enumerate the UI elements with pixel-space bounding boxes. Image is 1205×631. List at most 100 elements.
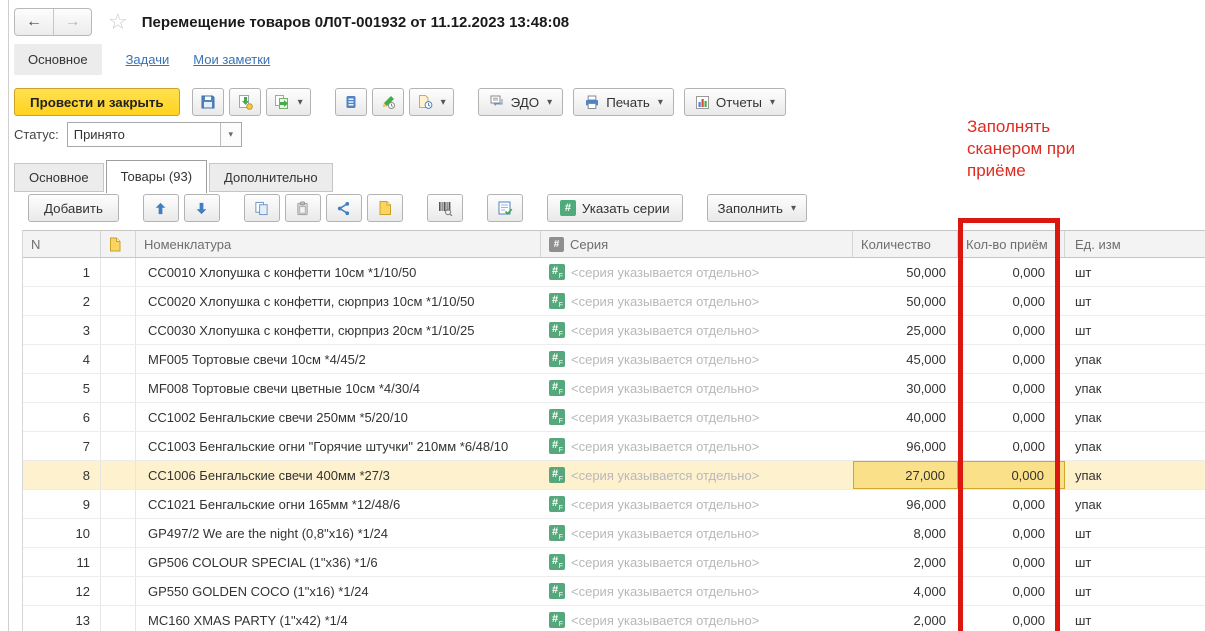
quantity-cell[interactable]: 2,000 (853, 548, 958, 576)
quantity-receipt-cell[interactable]: 0,000 (958, 606, 1065, 631)
quantity-receipt-cell[interactable]: 0,000 (958, 519, 1065, 547)
quantity-receipt-cell[interactable]: 0,000 (958, 345, 1065, 373)
nomenclature-cell[interactable]: CC0010 Хлопушка с конфетти 10см *1/10/50 (136, 258, 541, 286)
table-row[interactable]: 3 CC0030 Хлопушка с конфетти, сюрприз 20… (23, 316, 1205, 345)
print-menu-button[interactable]: Печать (573, 88, 674, 116)
series-cell[interactable]: <серия указывается отдельно> (541, 345, 853, 373)
series-cell[interactable]: <серия указывается отдельно> (541, 606, 853, 631)
quantity-receipt-cell[interactable]: 0,000 (958, 432, 1065, 460)
series-cell[interactable]: <серия указывается отдельно> (541, 577, 853, 605)
finish-editing-button[interactable] (367, 194, 403, 222)
tab-main[interactable]: Основное (14, 44, 102, 75)
quantity-cell[interactable]: 45,000 (853, 345, 958, 373)
series-cell[interactable]: <серия указывается отдельно> (541, 287, 853, 315)
nomenclature-cell[interactable]: MF008 Тортовые свечи цветные 10см *4/30/… (136, 374, 541, 402)
check-fill-button[interactable] (487, 194, 523, 222)
table-row[interactable]: 5 MF008 Тортовые свечи цветные 10см *4/3… (23, 374, 1205, 403)
nomenclature-cell[interactable]: GP506 COLOUR SPECIAL (1"x36) *1/6 (136, 548, 541, 576)
series-cell[interactable]: <серия указывается отдельно> (541, 374, 853, 402)
quantity-cell[interactable]: 27,000 (853, 461, 958, 489)
tab-doc-main[interactable]: Основное (14, 163, 104, 192)
quantity-cell[interactable]: 96,000 (853, 490, 958, 518)
quantity-cell[interactable]: 40,000 (853, 403, 958, 431)
quantity-receipt-cell[interactable]: 0,000 (958, 316, 1065, 344)
quantity-cell[interactable]: 2,000 (853, 606, 958, 631)
quantity-receipt-cell[interactable]: 0,000 (958, 374, 1065, 402)
table-row[interactable]: 7 CC1003 Бенгальские огни "Горячие штучк… (23, 432, 1205, 461)
paste-row-button[interactable] (285, 194, 321, 222)
tab-my-notes[interactable]: Мои заметки (193, 52, 270, 67)
header-quantity-receipt[interactable]: Кол-во приём (958, 231, 1065, 257)
edit-history-button[interactable] (372, 88, 404, 116)
register-records-button[interactable] (335, 88, 367, 116)
edo-menu-button[interactable]: ЭДО (478, 88, 564, 116)
nomenclature-cell[interactable]: CC1006 Бенгальские свечи 400мм *27/3 (136, 461, 541, 489)
tab-goods[interactable]: Товары (93) (106, 160, 207, 193)
status-combobox[interactable]: Принято (67, 122, 242, 147)
quantity-cell[interactable]: 50,000 (853, 258, 958, 286)
series-cell[interactable]: <серия указывается отдельно> (541, 519, 853, 547)
nomenclature-cell[interactable]: MC160 XMAS PARTY (1"x42) *1/4 (136, 606, 541, 631)
series-cell[interactable]: <серия указывается отдельно> (541, 403, 853, 431)
quantity-cell[interactable]: 50,000 (853, 287, 958, 315)
header-unit[interactable]: Ед. изм (1065, 231, 1205, 257)
quantity-cell[interactable]: 25,000 (853, 316, 958, 344)
quantity-cell[interactable]: 4,000 (853, 577, 958, 605)
quantity-receipt-cell[interactable]: 0,000 (958, 403, 1065, 431)
nomenclature-cell[interactable]: CC0020 Хлопушка с конфетти, сюрприз 10см… (136, 287, 541, 315)
fill-menu-button[interactable]: Заполнить (707, 194, 807, 222)
post-document-button[interactable] (229, 88, 261, 116)
nomenclature-cell[interactable]: GP497/2 We are the night (0,8"x16) *1/24 (136, 519, 541, 547)
series-cell[interactable]: <серия указывается отдельно> (541, 316, 853, 344)
header-attachment[interactable] (101, 231, 136, 257)
nomenclature-cell[interactable]: GP550 GOLDEN COCO (1"x16) *1/24 (136, 577, 541, 605)
series-cell[interactable]: <серия указывается отдельно> (541, 461, 853, 489)
series-cell[interactable]: <серия указывается отдельно> (541, 432, 853, 460)
table-row[interactable]: 2 CC0020 Хлопушка с конфетти, сюрприз 10… (23, 287, 1205, 316)
table-row[interactable]: 6 CC1002 Бенгальские свечи 250мм *5/20/1… (23, 403, 1205, 432)
series-cell[interactable]: <серия указывается отдельно> (541, 490, 853, 518)
status-dropdown-button[interactable] (220, 123, 241, 146)
tab-tasks[interactable]: Задачи (126, 52, 170, 67)
quantity-receipt-cell[interactable]: 0,000 (958, 258, 1065, 286)
table-row[interactable]: 8 CC1006 Бенгальские свечи 400мм *27/3 <… (23, 461, 1205, 490)
nomenclature-cell[interactable]: MF005 Тортовые свечи 10см *4/45/2 (136, 345, 541, 373)
quantity-cell[interactable]: 30,000 (853, 374, 958, 402)
series-cell[interactable]: <серия указывается отдельно> (541, 258, 853, 286)
quantity-receipt-cell[interactable]: 0,000 (958, 548, 1065, 576)
favorite-button[interactable] (108, 11, 128, 33)
add-row-button[interactable]: Добавить (28, 194, 119, 222)
table-row[interactable]: 4 MF005 Тортовые свечи 10см *4/45/2 <сер… (23, 345, 1205, 374)
quantity-cell[interactable]: 96,000 (853, 432, 958, 460)
quantity-receipt-cell[interactable]: 0,000 (958, 461, 1065, 489)
reports-menu-button[interactable]: Отчеты (684, 88, 786, 116)
quantity-cell[interactable]: 8,000 (853, 519, 958, 547)
header-series[interactable]: Серия (541, 231, 853, 257)
table-row[interactable]: 11 GP506 COLOUR SPECIAL (1"x36) *1/6 <се… (23, 548, 1205, 577)
forward-button[interactable] (53, 9, 91, 35)
table-row[interactable]: 13 MC160 XMAS PARTY (1"x42) *1/4 <серия … (23, 606, 1205, 631)
table-row[interactable]: 10 GP497/2 We are the night (0,8"x16) *1… (23, 519, 1205, 548)
header-nomenclature[interactable]: Номенклатура (136, 231, 541, 257)
nomenclature-cell[interactable]: CC1021 Бенгальские огни 165мм *12/48/6 (136, 490, 541, 518)
nomenclature-cell[interactable]: CC0030 Хлопушка с конфетти, сюрприз 20см… (136, 316, 541, 344)
quantity-receipt-cell[interactable]: 0,000 (958, 577, 1065, 605)
header-n[interactable]: N (23, 231, 101, 257)
document-log-button[interactable] (409, 88, 454, 116)
copy-row-button[interactable] (244, 194, 280, 222)
table-row[interactable]: 12 GP550 GOLDEN COCO (1"x16) *1/24 <сери… (23, 577, 1205, 606)
nomenclature-cell[interactable]: CC1003 Бенгальские огни "Горячие штучки"… (136, 432, 541, 460)
quantity-receipt-cell[interactable]: 0,000 (958, 490, 1065, 518)
tab-additional[interactable]: Дополнительно (209, 163, 333, 192)
table-row[interactable]: 1 CC0010 Хлопушка с конфетти 10см *1/10/… (23, 258, 1205, 287)
nomenclature-cell[interactable]: CC1002 Бенгальские свечи 250мм *5/20/10 (136, 403, 541, 431)
save-button[interactable] (192, 88, 224, 116)
quantity-receipt-cell[interactable]: 0,000 (958, 287, 1065, 315)
series-cell[interactable]: <серия указывается отдельно> (541, 548, 853, 576)
split-row-button[interactable] (326, 194, 362, 222)
specify-series-button[interactable]: Указать серии (547, 194, 683, 222)
move-down-button[interactable] (184, 194, 220, 222)
barcode-scanner-button[interactable] (427, 194, 463, 222)
post-and-close-button[interactable]: Провести и закрыть (14, 88, 180, 116)
table-row[interactable]: 9 CC1021 Бенгальские огни 165мм *12/48/6… (23, 490, 1205, 519)
